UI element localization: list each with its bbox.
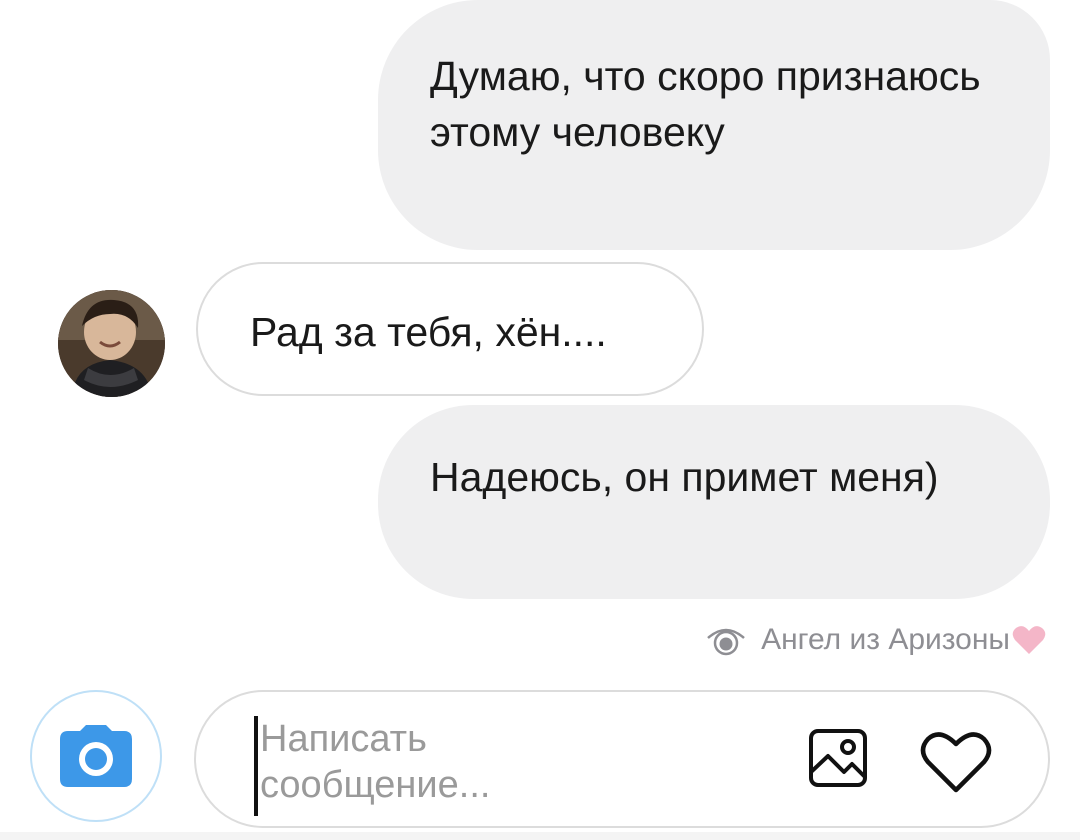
message-text: Думаю, что скоро признаюсь этому человек… (430, 53, 981, 155)
heart-emoji (1012, 626, 1046, 654)
heart-outline-icon[interactable] (920, 730, 992, 794)
camera-icon (60, 725, 132, 787)
seen-indicator: Ангел из Аризоны (705, 618, 1046, 662)
message-bubble-outgoing[interactable]: Думаю, что скоро признаюсь этому человек… (378, 0, 1050, 250)
message-input-placeholder: Написать сообщение... (260, 718, 491, 806)
eye-icon (707, 628, 745, 656)
chat-screen: Думаю, что скоро признаюсь этому человек… (0, 0, 1080, 840)
message-text: Рад за тебя, хён.... (250, 309, 607, 355)
message-composer[interactable]: Написать сообщение... (194, 690, 1050, 828)
message-bubble-outgoing[interactable]: Надеюсь, он примет меня) (378, 405, 1050, 599)
message-input[interactable]: Написать сообщение... (254, 716, 634, 816)
avatar-photo (58, 290, 165, 397)
bottom-edge (0, 832, 1080, 840)
camera-button[interactable] (30, 690, 162, 822)
seen-by-name: Ангел из Аризоны (761, 623, 1010, 656)
message-text: Надеюсь, он примет меня) (430, 454, 939, 500)
gallery-icon[interactable] (808, 728, 868, 788)
sender-avatar[interactable] (58, 290, 165, 397)
message-bubble-incoming[interactable]: Рад за тебя, хён.... (196, 262, 704, 396)
